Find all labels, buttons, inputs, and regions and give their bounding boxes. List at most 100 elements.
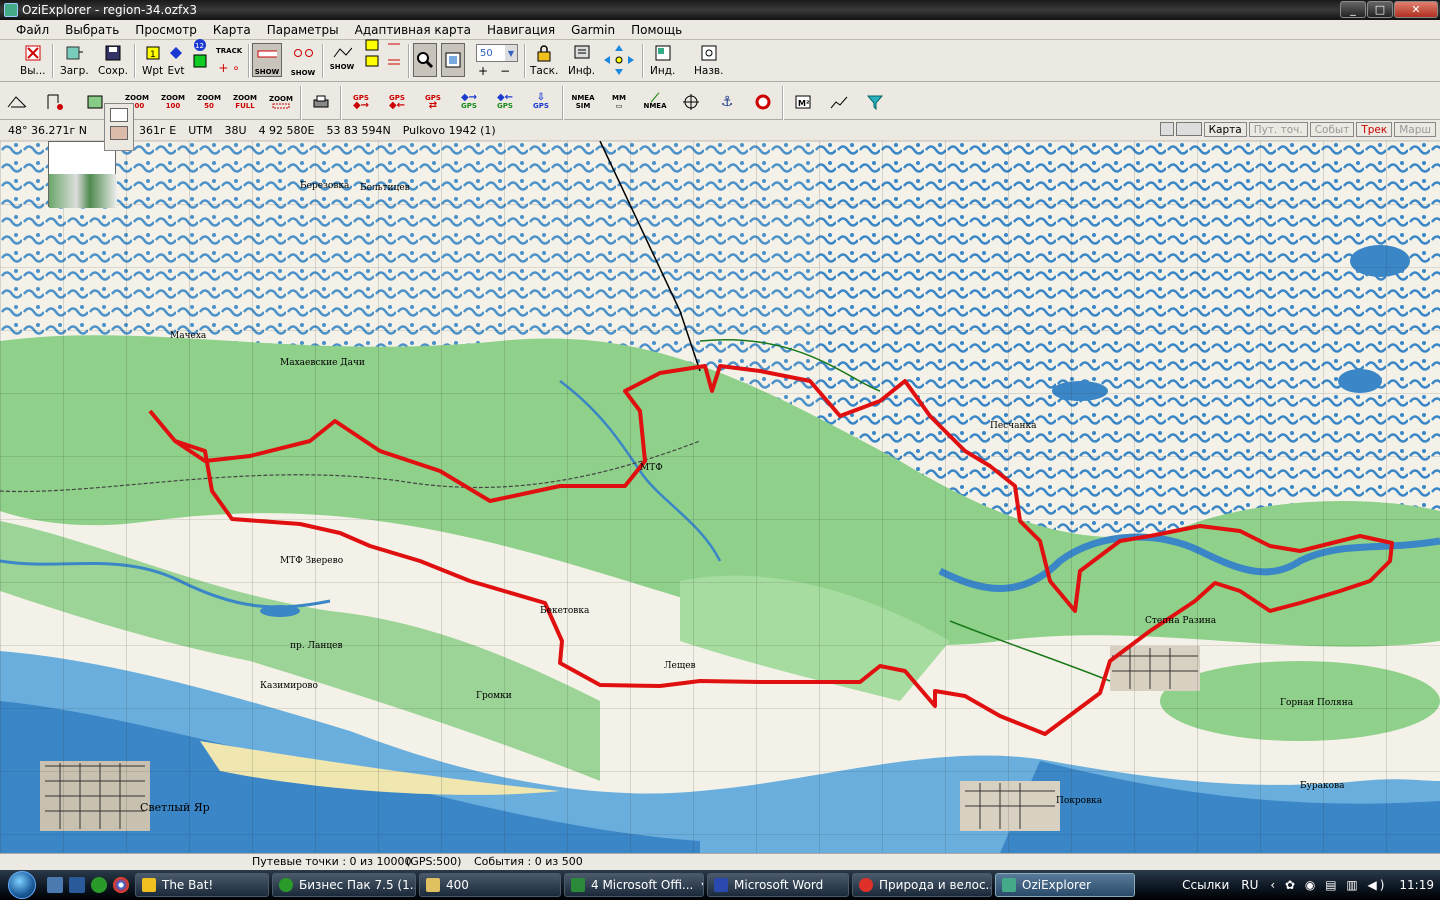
menu-adaptive-map[interactable]: Адаптивная карта bbox=[347, 23, 479, 37]
menu-map[interactable]: Карта bbox=[205, 23, 259, 37]
nmea-button[interactable]: ⟋ NMEA bbox=[640, 88, 670, 116]
minimize-button[interactable]: _ bbox=[1340, 1, 1366, 18]
zoom-plus-minus[interactable]: + − bbox=[478, 64, 510, 78]
lifebuoy-button[interactable] bbox=[748, 88, 778, 116]
mode-waypoints[interactable]: Пут. точ. bbox=[1248, 122, 1308, 137]
show-events-button[interactable]: SHOW bbox=[288, 43, 318, 79]
show-label-3: SHOW bbox=[329, 63, 355, 71]
menu-garmin[interactable]: Garmin bbox=[563, 23, 623, 37]
zoom-tool-button[interactable] bbox=[413, 43, 437, 77]
waypoint-button[interactable]: 1 Wpt bbox=[142, 43, 163, 79]
mode-map[interactable]: Карта bbox=[1203, 122, 1247, 137]
print-button[interactable] bbox=[306, 88, 336, 116]
zoom-out-icon[interactable]: − bbox=[500, 64, 510, 78]
map-label: Песчанка bbox=[990, 421, 1037, 431]
latitude-readout: 48° 36.271г N bbox=[8, 123, 87, 137]
map-calibrate-button[interactable] bbox=[40, 88, 70, 116]
task-button[interactable]: Таск. bbox=[530, 43, 558, 79]
hand-map-icon bbox=[443, 50, 463, 70]
task-the-bat[interactable]: The Bat! bbox=[135, 873, 269, 897]
clock[interactable]: 11:19 bbox=[1399, 878, 1434, 892]
zoom-value: FULL bbox=[235, 102, 255, 110]
event-button[interactable]: Evt bbox=[166, 43, 186, 79]
switch-windows-icon[interactable] bbox=[69, 877, 85, 893]
crosshair-button[interactable] bbox=[676, 88, 706, 116]
map-label: Мачеха bbox=[170, 331, 207, 341]
nmea-label: NMEA bbox=[643, 102, 667, 110]
filter-button[interactable] bbox=[860, 88, 890, 116]
line-toggle-button[interactable] bbox=[384, 43, 404, 79]
show-tracks-button[interactable]: SHOW bbox=[328, 43, 356, 79]
nmea-sim-button[interactable]: NMEA SIM bbox=[568, 88, 598, 116]
gps-send-button[interactable]: ◆→ GPS bbox=[454, 88, 484, 116]
show-waypoints-button[interactable]: SHOW bbox=[252, 43, 282, 77]
links-toolbar[interactable]: Ссылки bbox=[1182, 878, 1229, 892]
task-business-pack[interactable]: Бизнес Пак 7.5 (1... bbox=[272, 873, 416, 897]
save-button[interactable]: Сохр. bbox=[98, 43, 128, 79]
area-measure-button[interactable]: M² bbox=[788, 88, 818, 116]
menu-select[interactable]: Выбрать bbox=[57, 23, 127, 37]
zoom-custom-button[interactable]: ZOOM bbox=[266, 88, 296, 116]
gps-routes-button[interactable]: GPS ◆← bbox=[382, 88, 412, 116]
mode-buttons: Карта Пут. точ. Событ Трек Марш bbox=[1159, 122, 1436, 137]
map-list-icon[interactable] bbox=[110, 126, 128, 140]
exit-button[interactable]: Вы... bbox=[20, 43, 46, 79]
quicklaunch-app-icon[interactable] bbox=[91, 877, 107, 893]
zoom-100-button[interactable]: ZOOM 100 bbox=[158, 88, 188, 116]
show-label-2: SHOW bbox=[290, 69, 316, 77]
save-dropdown-button[interactable] bbox=[1175, 122, 1202, 136]
move-map-button[interactable] bbox=[441, 43, 465, 77]
gps-waypoints-button[interactable]: GPS ◆→ bbox=[346, 88, 376, 116]
zoom-full-button[interactable]: ZOOM FULL bbox=[230, 88, 260, 116]
map-canvas[interactable]: Мачеха Березовка Махаевские Дачи Бельтиц… bbox=[0, 141, 1440, 853]
track-button[interactable]: TRACK + ∘ bbox=[216, 43, 242, 79]
gps-track-icon: ⇄ bbox=[428, 100, 438, 111]
gps-tracks-button[interactable]: GPS ⇄ bbox=[418, 88, 448, 116]
waypoint-icon: 1 bbox=[143, 43, 163, 63]
name-search-button[interactable]: Назв. bbox=[694, 43, 723, 79]
close-button[interactable]: ✕ bbox=[1394, 1, 1438, 18]
mode-route[interactable]: Марш bbox=[1394, 122, 1436, 137]
gps-download-button[interactable]: ⇩ GPS bbox=[526, 88, 556, 116]
map-edit-button[interactable] bbox=[2, 88, 32, 116]
language-indicator[interactable]: RU bbox=[1241, 878, 1258, 892]
title-bar: OziExplorer - region-34.ozfx3 _ □ ✕ bbox=[0, 0, 1440, 20]
task-ms-office[interactable]: 4 Microsoft Offi... ▾ bbox=[564, 873, 704, 897]
menu-navigation[interactable]: Навигация bbox=[479, 23, 563, 37]
zoom-50-button[interactable]: ZOOM 50 bbox=[194, 88, 224, 116]
utm-label: UTM bbox=[188, 123, 213, 137]
grid-toggle-button[interactable] bbox=[362, 39, 382, 79]
gps-receive-button[interactable]: ◆← GPS bbox=[490, 88, 520, 116]
task-oziexplorer[interactable]: OziExplorer bbox=[995, 873, 1135, 897]
route-button[interactable]: 12 bbox=[190, 39, 210, 79]
map-image-button[interactable] bbox=[1159, 122, 1174, 136]
mode-events[interactable]: Событ bbox=[1309, 122, 1355, 137]
navigation-arrows[interactable] bbox=[602, 43, 636, 79]
start-button[interactable] bbox=[0, 870, 44, 900]
chrome-icon[interactable] bbox=[113, 877, 129, 893]
profile-button[interactable] bbox=[824, 88, 854, 116]
window-icon[interactable] bbox=[110, 108, 128, 122]
window-popup[interactable] bbox=[104, 103, 134, 151]
moving-map-button[interactable]: MM ▭ bbox=[604, 88, 634, 116]
menu-settings[interactable]: Параметры bbox=[259, 23, 347, 37]
info-button[interactable]: Инф. bbox=[568, 43, 595, 79]
load-button[interactable]: Загр. bbox=[60, 43, 89, 79]
task-word[interactable]: Microsoft Word bbox=[707, 873, 849, 897]
index-button[interactable]: Инд. bbox=[650, 43, 675, 79]
zoom-in-icon[interactable]: + bbox=[478, 64, 488, 78]
task-chrome[interactable]: Природа и велос... bbox=[852, 873, 992, 897]
show-desktop-icon[interactable] bbox=[47, 877, 63, 893]
tray-icons[interactable]: ‹ ✿ ◉ ▤ ▥ ◀) bbox=[1270, 878, 1387, 892]
event-diamond-icon bbox=[166, 43, 186, 63]
menu-help[interactable]: Помощь bbox=[623, 23, 690, 37]
menu-view[interactable]: Просмотр bbox=[127, 23, 205, 37]
route-number-icon: 12 bbox=[190, 39, 210, 68]
mode-track[interactable]: Трек bbox=[1356, 122, 1393, 137]
anchor-button[interactable]: ⚓ bbox=[712, 88, 742, 116]
zoom-level-select[interactable]: 50 ▼ bbox=[476, 44, 518, 62]
maximize-button[interactable]: □ bbox=[1367, 1, 1393, 18]
map-label: Лещев bbox=[664, 661, 696, 671]
menu-file[interactable]: Файл bbox=[8, 23, 57, 37]
task-folder-400[interactable]: 400 bbox=[419, 873, 561, 897]
